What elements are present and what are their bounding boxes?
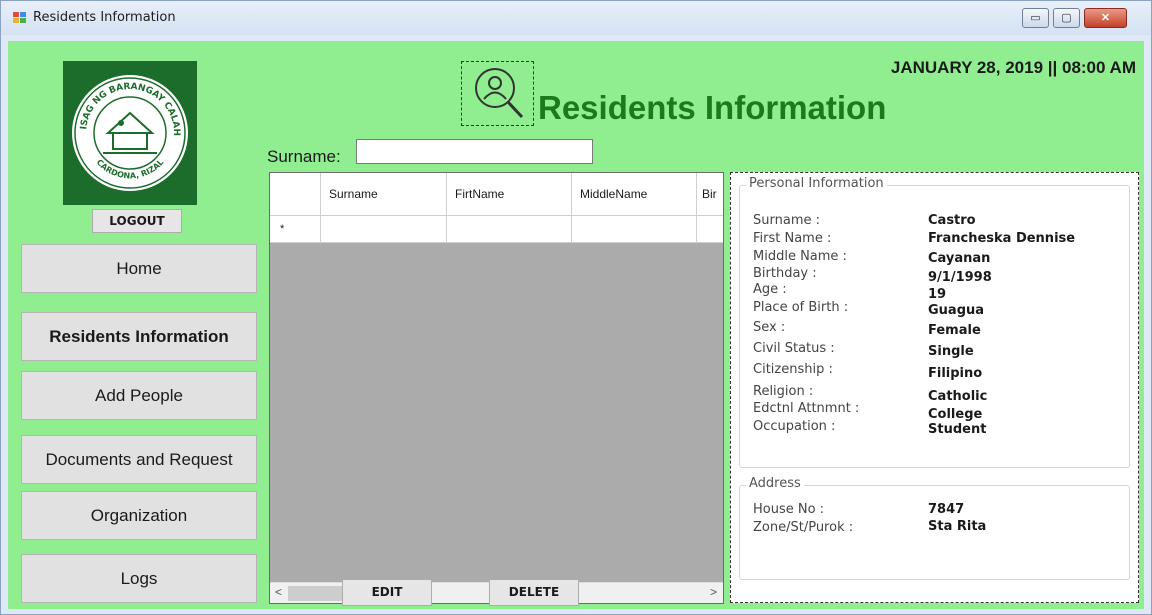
sidebar-item-residents-information[interactable]: Residents Information	[21, 312, 257, 361]
minimize-button[interactable]: ▭	[1022, 8, 1049, 28]
grid-cell[interactable]	[697, 216, 723, 242]
window-title: Residents Information	[33, 10, 176, 25]
address-legend: Address	[746, 476, 804, 491]
field-value: Cayanan	[928, 251, 991, 266]
scroll-left-icon[interactable]: <	[275, 585, 282, 599]
field-value: Catholic	[928, 389, 988, 404]
logout-button[interactable]: LOGOUT	[92, 209, 182, 233]
address-group: Address House No : 7847 Zone/St/Purok : …	[739, 476, 1130, 580]
search-person-icon	[461, 61, 534, 126]
sidebar-item-organization[interactable]: Organization	[21, 491, 257, 540]
scroll-right-icon[interactable]: >	[710, 585, 717, 599]
grid-row-header[interactable]: *	[270, 216, 321, 242]
grid-new-row[interactable]: *	[270, 216, 723, 243]
maximize-button[interactable]: ▢	[1053, 8, 1080, 28]
personal-information-legend: Personal Information	[746, 176, 887, 191]
grid-column-header[interactable]: MiddleName	[572, 173, 697, 216]
grid-cell[interactable]	[321, 216, 447, 242]
grid-header-row: Surname FirtName MiddleName Bir	[270, 173, 723, 216]
grid-cell[interactable]	[572, 216, 697, 242]
field-value: 9/1/1998	[928, 270, 992, 285]
close-button[interactable]: ✕	[1084, 8, 1127, 28]
field-value: Single	[928, 344, 974, 359]
delete-button[interactable]: DELETE	[489, 579, 579, 606]
sidebar-item-logs[interactable]: Logs	[21, 554, 257, 603]
surname-search-label: Surname:	[267, 147, 341, 166]
field-value: 7847	[928, 502, 965, 517]
field-label: Edctnl Attnmnt :	[753, 401, 860, 416]
sidebar-item-documents-and-request[interactable]: Documents and Request	[21, 435, 257, 484]
grid-cell[interactable]	[447, 216, 572, 242]
edit-button[interactable]: EDIT	[342, 579, 432, 606]
grid-column-header[interactable]: Surname	[321, 173, 447, 216]
grid-row-header-corner	[270, 173, 321, 216]
field-value: Female	[928, 323, 981, 338]
field-label: Age :	[753, 282, 787, 297]
app-window: Residents Information ▭ ▢ ✕ SAGISAG NG B…	[0, 0, 1152, 615]
grid-column-header[interactable]: FirtName	[447, 173, 572, 216]
field-label: House No :	[753, 502, 825, 517]
date-time-display: JANUARY 28, 2019 || 08:00 AM	[890, 58, 1136, 77]
barangay-seal-logo: SAGISAG NG BARANGAY CALAHAN CARDONA, RIZ…	[59, 54, 197, 205]
field-value: Sta Rita	[928, 519, 987, 534]
grid-column-header[interactable]: Bir	[697, 173, 723, 216]
field-value: Student	[928, 422, 987, 437]
resident-details-panel: Personal Information Surname : Castro Fi…	[730, 172, 1139, 603]
surname-search-input[interactable]	[356, 139, 593, 164]
field-label: Citizenship :	[753, 362, 833, 377]
page-title: Residents Information	[538, 89, 887, 126]
residents-data-grid[interactable]: Surname FirtName MiddleName Bir * < >	[269, 172, 724, 604]
field-label: Middle Name :	[753, 249, 847, 264]
sidebar-item-add-people[interactable]: Add People	[21, 371, 257, 420]
field-value: Francheska Dennise	[928, 231, 1076, 246]
sidebar-item-home[interactable]: Home	[21, 244, 257, 293]
field-label: Sex :	[753, 320, 786, 335]
field-value: Filipino	[928, 366, 983, 381]
field-label: Place of Birth :	[753, 300, 849, 315]
field-value: Guagua	[928, 303, 985, 318]
field-label: Zone/St/Purok :	[753, 520, 854, 535]
field-label: First Name :	[753, 231, 832, 246]
field-label: Occupation :	[753, 419, 836, 434]
main-form: SAGISAG NG BARANGAY CALAHAN CARDONA, RIZ…	[8, 41, 1144, 609]
field-value: Castro	[928, 213, 976, 228]
app-window-icon	[13, 12, 27, 24]
field-label: Civil Status :	[753, 341, 835, 356]
field-value: College	[928, 407, 983, 422]
personal-information-group: Personal Information Surname : Castro Fi…	[739, 176, 1130, 468]
title-bar: Residents Information ▭ ▢ ✕	[1, 1, 1151, 35]
field-label: Religion :	[753, 384, 814, 399]
field-label: Surname :	[753, 213, 820, 228]
field-label: Birthday :	[753, 266, 817, 281]
field-value: 19	[928, 287, 947, 302]
